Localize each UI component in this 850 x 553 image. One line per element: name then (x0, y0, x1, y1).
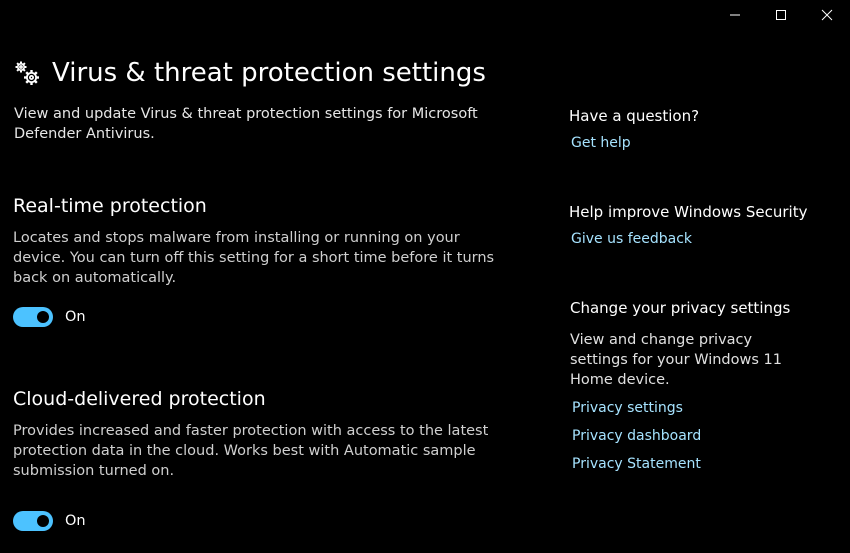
privacy-settings-link[interactable]: Privacy settings (572, 398, 840, 418)
minimize-icon (730, 14, 740, 16)
maximize-button[interactable] (758, 0, 804, 30)
settings-window: Virus & threat protection settings View … (0, 0, 850, 553)
improve-heading: Help improve Windows Security (569, 203, 808, 221)
feedback-link[interactable]: Give us feedback (571, 229, 839, 249)
privacy-description: View and change privacy settings for you… (570, 332, 782, 388)
privacy-heading: Change your privacy settings (570, 299, 791, 317)
cloud-protection-description: Provides increased and faster protection… (13, 423, 489, 479)
page-header: Virus & threat protection settings (13, 58, 486, 88)
realtime-protection-description: Locates and stops malware from installin… (13, 230, 495, 286)
minimize-button[interactable] (712, 0, 758, 30)
realtime-protection-toggle-label: On (65, 309, 86, 325)
cloud-protection-toggle[interactable] (13, 511, 53, 531)
get-help-link[interactable]: Get help (571, 133, 839, 153)
privacy-dashboard-link[interactable]: Privacy dashboard (572, 426, 840, 446)
close-button[interactable] (804, 0, 850, 30)
cloud-protection-toggle-row: On (13, 511, 508, 531)
realtime-protection-section: Real-time protection Locates and stops m… (13, 194, 508, 327)
close-icon (821, 9, 833, 21)
realtime-protection-title: Real-time protection (13, 195, 207, 217)
page-title: Virus & threat protection settings (52, 58, 486, 88)
help-panel: Have a question? Get help (569, 106, 839, 153)
privacy-panel: Change your privacy settings View and ch… (570, 298, 840, 474)
maximize-icon (776, 10, 786, 20)
toggle-knob (37, 311, 49, 323)
question-heading: Have a question? (569, 107, 700, 125)
feedback-panel: Help improve Windows Security Give us fe… (569, 202, 839, 249)
window-controls (712, 0, 850, 30)
realtime-protection-toggle-row: On (13, 307, 508, 327)
cloud-protection-toggle-label: On (65, 513, 86, 529)
realtime-protection-toggle[interactable] (13, 307, 53, 327)
toggle-knob (37, 515, 49, 527)
gears-icon (15, 61, 39, 85)
privacy-statement-link[interactable]: Privacy Statement (572, 454, 840, 474)
cloud-protection-section: Cloud-delivered protection Provides incr… (13, 387, 508, 531)
page-description: View and update Virus & threat protectio… (14, 106, 478, 142)
cloud-protection-title: Cloud-delivered protection (13, 388, 266, 410)
